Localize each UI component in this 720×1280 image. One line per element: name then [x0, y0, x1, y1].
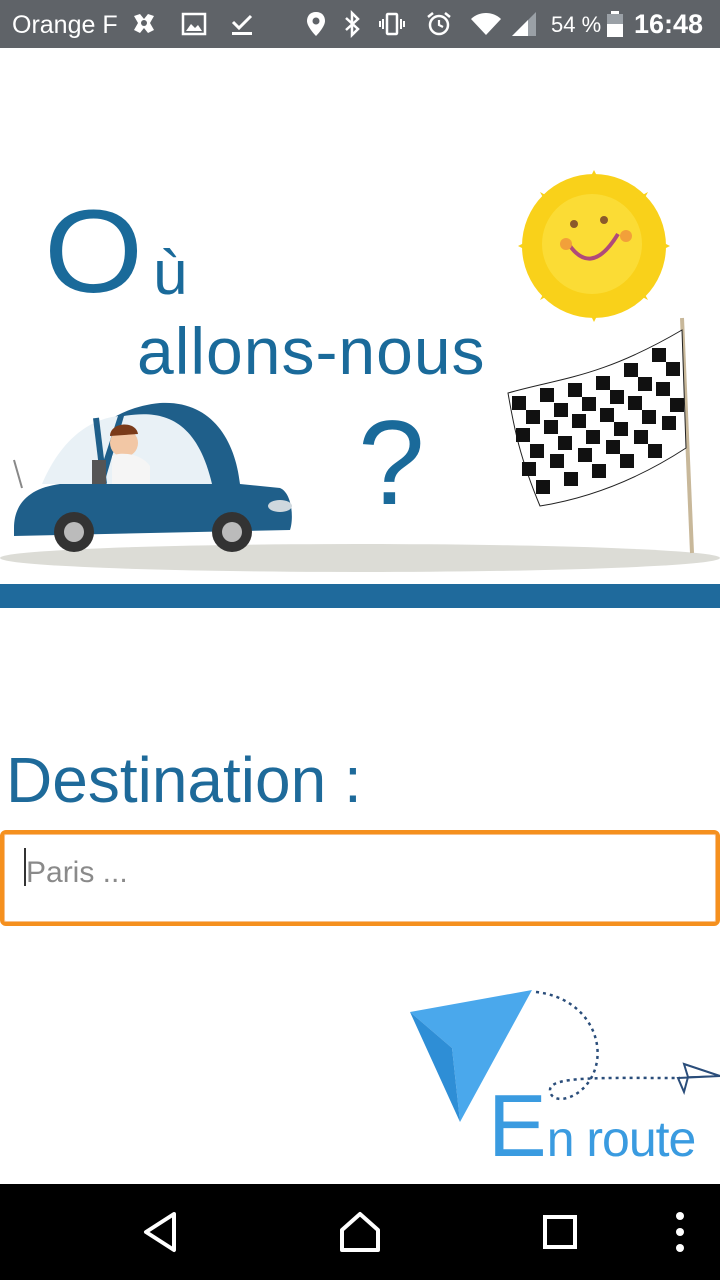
hero-question-mark: ?	[358, 396, 425, 530]
recents-icon[interactable]	[532, 1204, 588, 1260]
header-divider	[0, 584, 720, 608]
hero-title-line2: allons-nous	[137, 314, 486, 388]
download-done-icon	[231, 14, 253, 35]
car-icon	[13, 402, 292, 552]
menu-icon[interactable]	[652, 1204, 708, 1260]
notification-app-icon	[134, 14, 154, 33]
text-cursor	[24, 848, 26, 886]
carrier-name: Orange F	[12, 11, 118, 39]
battery-percent: 54 %	[551, 12, 602, 37]
destination-label: Destination :	[6, 744, 362, 816]
en-route-label-e: E	[488, 1076, 547, 1175]
battery-icon	[607, 11, 623, 37]
vibrate-icon	[379, 12, 405, 36]
bluetooth-icon	[345, 10, 360, 38]
sun-icon	[518, 170, 670, 322]
checkered-flag-icon	[507, 317, 694, 554]
hero-banner: O ù allons-nous ?	[0, 48, 720, 588]
clock: 16:48	[634, 9, 704, 39]
back-icon[interactable]	[132, 1204, 188, 1260]
signal-icon	[512, 12, 536, 36]
alarm-icon	[427, 12, 451, 36]
en-route-label-rest: n route	[546, 1111, 697, 1167]
home-icon[interactable]	[332, 1204, 388, 1260]
hero-title-u: ù	[153, 239, 188, 308]
en-route-button[interactable]: En route	[400, 978, 720, 1178]
wifi-icon	[471, 13, 501, 35]
system-navigation-bar	[0, 1184, 720, 1280]
en-route-label: En route	[488, 1082, 697, 1170]
destination-input[interactable]	[0, 830, 720, 926]
ground-shadow	[0, 544, 720, 572]
image-icon	[181, 12, 207, 36]
hero-title-o: O	[44, 186, 144, 318]
location-icon	[307, 12, 325, 36]
status-bar: Orange F 54 % 16:48	[0, 0, 720, 48]
